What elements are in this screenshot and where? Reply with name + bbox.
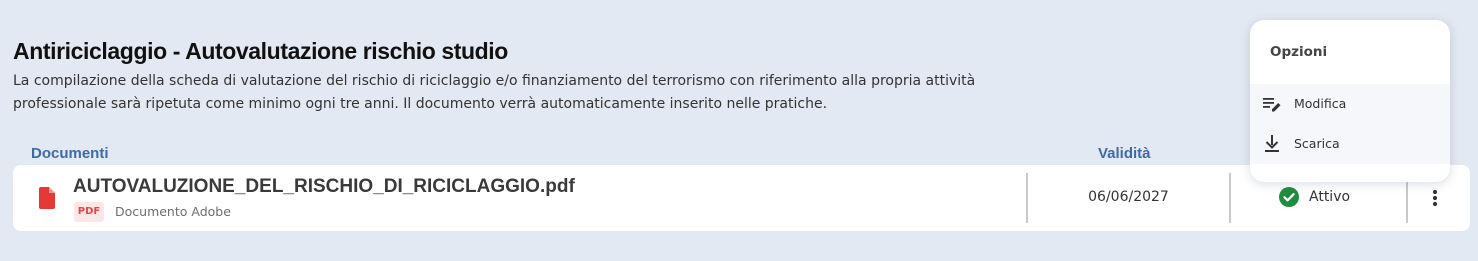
column-header-validity: Validità (1098, 145, 1151, 162)
page-title: Antiriciclaggio - Autovalutazione rischi… (13, 38, 508, 64)
options-menu-list: Modifica Scarica (1250, 84, 1450, 164)
status-indicator: Attivo (1279, 187, 1350, 207)
status-label: Attivo (1309, 189, 1351, 205)
more-vertical-icon[interactable] (1421, 184, 1449, 212)
options-menu: Opzioni Modifica Scarica (1250, 20, 1450, 182)
page-description: La compilazione della scheda di valutazi… (13, 73, 976, 112)
column-header-documents: Documenti (31, 145, 109, 162)
pdf-file-icon (39, 187, 55, 209)
file-type-label: Documento Adobe (115, 204, 231, 219)
menu-item-scarica[interactable]: Scarica (1250, 124, 1450, 164)
menu-item-label: Modifica (1294, 96, 1347, 111)
file-type-badge: PDF (74, 202, 104, 222)
column-divider (1229, 173, 1231, 223)
options-menu-title: Opzioni (1270, 44, 1328, 60)
menu-item-modifica[interactable]: Modifica (1250, 84, 1450, 124)
download-icon (1265, 135, 1279, 152)
edit-list-icon (1263, 98, 1281, 112)
check-circle-icon (1279, 187, 1299, 207)
document-filename[interactable]: AUTOVALUZIONE_DEL_RISCHIO_DI_RICICLAGGIO… (73, 176, 575, 198)
menu-item-label: Scarica (1294, 136, 1340, 151)
validity-date: 06/06/2027 (1088, 189, 1169, 205)
